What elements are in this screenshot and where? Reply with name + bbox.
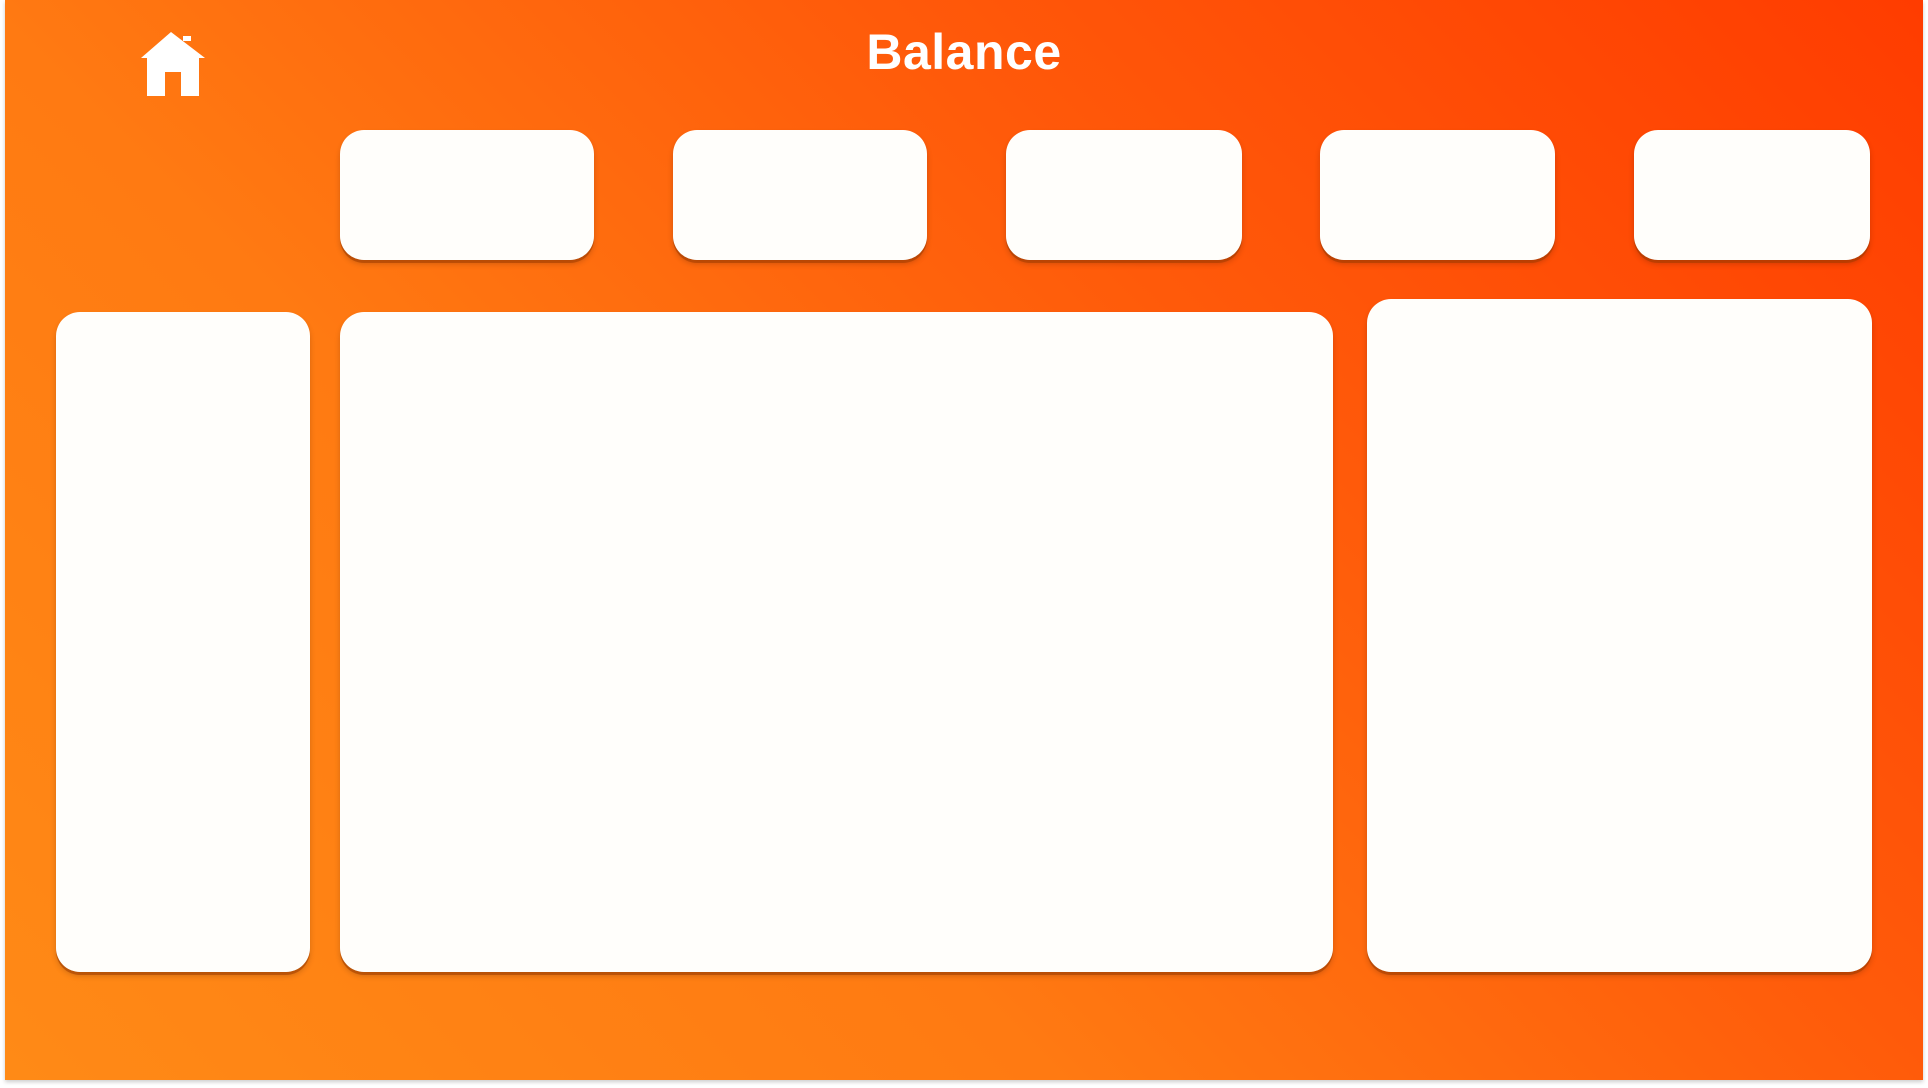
top-tile-3[interactable] (1006, 130, 1242, 260)
top-tile-2[interactable] (673, 130, 927, 260)
top-tile-1[interactable] (340, 130, 594, 260)
center-panel (340, 312, 1333, 972)
top-tile-5[interactable] (1634, 130, 1870, 260)
right-panel (1367, 299, 1872, 972)
page-title: Balance (866, 24, 1062, 80)
top-tile-4[interactable] (1320, 130, 1555, 260)
app-frame: Balance (5, 0, 1923, 1080)
left-panel (56, 312, 310, 972)
